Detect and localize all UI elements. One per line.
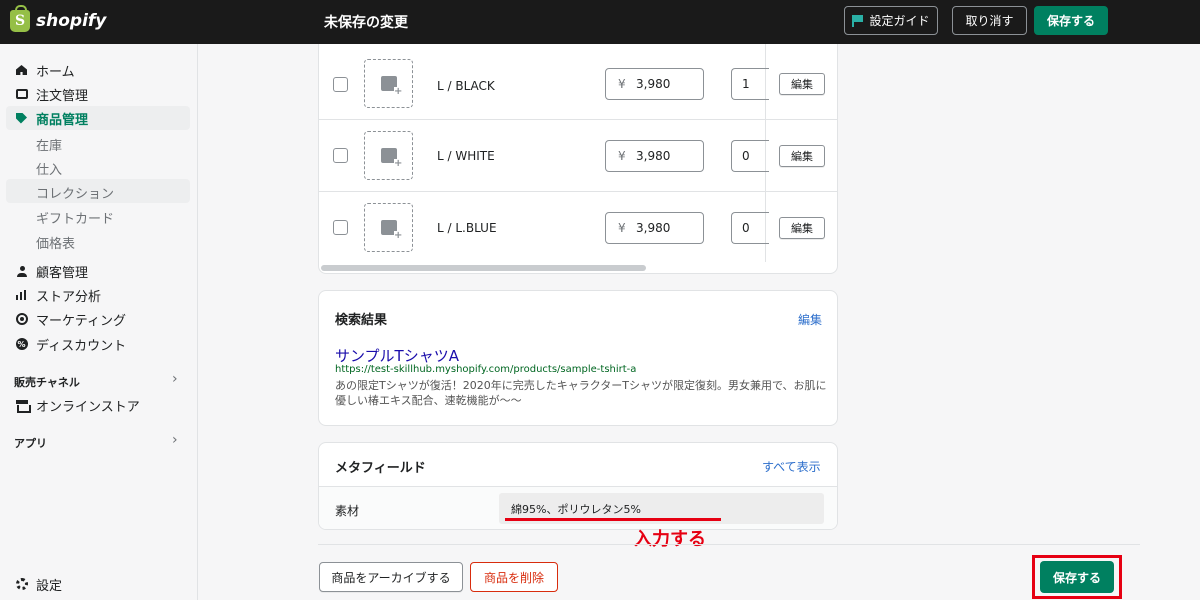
delete-product-button[interactable]: 商品を削除 — [470, 562, 558, 592]
flag-icon — [852, 14, 864, 27]
variant-checkbox[interactable] — [333, 220, 348, 235]
save-button-top[interactable]: 保存する — [1034, 6, 1108, 35]
variant-price-input[interactable]: ¥ 3,980 — [605, 212, 704, 244]
target-icon — [15, 313, 28, 326]
variant-edit-button[interactable]: 編集 — [779, 217, 825, 239]
seo-title: サンプルTシャツA — [335, 347, 459, 365]
home-icon — [15, 64, 28, 77]
metafields-heading: メタフィールド — [335, 461, 426, 476]
show-all-link[interactable]: すべて表示 — [762, 458, 821, 475]
top-bar: S shopify 未保存の変更 設定ガイド 取り消す 保存する — [0, 0, 1200, 44]
variant-name: L / WHITE — [437, 149, 495, 163]
seo-url: https://test-skillhub.myshopify.com/prod… — [335, 364, 637, 375]
sidebar-item-home[interactable]: ホーム — [0, 58, 198, 82]
variant-price-input[interactable]: ¥ 3,980 — [605, 68, 704, 100]
variant-checkbox[interactable] — [333, 148, 348, 163]
variant-edit-button[interactable]: 編集 — [779, 145, 825, 167]
bar-chart-icon — [15, 289, 28, 302]
variant-image-placeholder[interactable] — [364, 203, 413, 252]
sidebar-item-discounts[interactable]: % ディスカウント — [0, 332, 198, 356]
sidebar-item-marketing[interactable]: マーケティング — [0, 307, 198, 331]
save-button[interactable]: 保存する — [1040, 561, 1114, 593]
variant-name: L / L.BLUE — [437, 221, 497, 235]
sidebar-subitem-inventory[interactable]: 在庫 — [36, 135, 62, 154]
variant-name: L / BLACK — [437, 79, 495, 93]
variants-card: L / BLACK ¥ 3,980 1 編集 L / WHITE ¥ 3,980… — [318, 44, 838, 274]
discard-button[interactable]: 取り消す — [952, 6, 1027, 35]
unsaved-changes-label: 未保存の変更 — [324, 15, 408, 31]
sidebar-item-label: 商品管理 — [36, 112, 89, 128]
sales-channels-heading: 販売チャネル — [14, 376, 80, 389]
add-image-icon — [381, 76, 402, 97]
add-image-icon — [381, 148, 402, 169]
search-preview-card: 検索結果 編集 サンプルTシャツA https://test-skillhub.… — [318, 290, 838, 426]
price-value: 3,980 — [636, 221, 671, 235]
setup-guide-label: 設定ガイド — [869, 14, 930, 28]
sidebar-subitem-collections[interactable]: コレクション — [36, 183, 114, 202]
variant-row: L / BLACK ¥ 3,980 1 編集 — [319, 48, 837, 120]
shopify-logo[interactable]: S shopify — [10, 5, 107, 32]
variant-price-input[interactable]: ¥ 3,980 — [605, 140, 704, 172]
seo-edit-link[interactable]: 編集 — [798, 311, 822, 328]
variant-image-placeholder[interactable] — [364, 59, 413, 108]
sidebar-item-label: ディスカウント — [36, 338, 127, 354]
apps-heading: アプリ — [14, 437, 47, 450]
sidebar-item-label: オンラインストア — [36, 399, 140, 415]
sidebar: ホーム 注文管理 商品管理 在庫 仕入 コレクション ギフトカード 価格表 顧客… — [0, 44, 198, 600]
sidebar-item-label: 設定 — [36, 578, 63, 594]
variant-image-placeholder[interactable] — [364, 131, 413, 180]
add-image-icon — [381, 220, 402, 241]
tag-icon — [15, 112, 28, 125]
sidebar-item-products[interactable]: 商品管理 — [6, 106, 190, 130]
discount-icon: % — [15, 338, 28, 350]
chevron-right-icon[interactable]: › — [172, 371, 178, 387]
sidebar-item-label: マーケティング — [36, 313, 126, 329]
metafield-label: 素材 — [335, 504, 360, 518]
variant-edit-button[interactable]: 編集 — [779, 73, 825, 95]
archive-product-button[interactable]: 商品をアーカイブする — [319, 562, 463, 592]
logo-text: shopify — [36, 11, 107, 31]
sidebar-item-label: 顧客管理 — [36, 265, 89, 281]
price-value: 3,980 — [636, 149, 671, 163]
currency-symbol: ¥ — [618, 221, 626, 235]
metafields-card: メタフィールド すべて表示 素材 綿95%、ポリウレタン5% — [318, 442, 838, 530]
seo-description: あの限定Tシャツが復活！2020年に完売したキャラクターTシャツが限定復刻。男女… — [335, 379, 827, 407]
currency-symbol: ¥ — [618, 149, 626, 163]
sidebar-subitem-purchase[interactable]: 仕入 — [36, 159, 62, 178]
variant-quantity-input[interactable]: 0 — [731, 212, 769, 244]
chevron-right-icon[interactable]: › — [172, 432, 178, 448]
annotation-text: 入力する — [634, 529, 706, 550]
sidebar-subitem-gift-cards[interactable]: ギフトカード — [36, 208, 114, 227]
sidebar-item-online-store[interactable]: オンラインストア — [0, 393, 198, 417]
variant-quantity-input[interactable]: 1 — [731, 68, 769, 100]
search-preview-heading: 検索結果 — [335, 313, 388, 328]
sidebar-item-orders[interactable]: 注文管理 — [0, 82, 198, 106]
sidebar-item-label: ホーム — [36, 64, 75, 80]
gear-icon — [15, 578, 28, 591]
sidebar-item-label: ストア分析 — [36, 289, 102, 305]
sidebar-item-customers[interactable]: 顧客管理 — [0, 259, 198, 283]
store-icon — [15, 399, 31, 413]
inbox-icon — [15, 88, 28, 101]
sidebar-item-label: 注文管理 — [36, 88, 89, 104]
footer-divider — [318, 544, 1140, 545]
sidebar-item-settings[interactable]: 設定 — [0, 572, 198, 596]
annotation-underline — [505, 518, 721, 521]
metafields-header: メタフィールド すべて表示 — [319, 443, 837, 487]
variant-row: L / L.BLUE ¥ 3,980 0 編集 — [319, 192, 837, 264]
sidebar-subitem-price-lists[interactable]: 価格表 — [36, 233, 75, 252]
price-value: 3,980 — [636, 77, 671, 91]
metafield-row: 素材 綿95%、ポリウレタン5% — [319, 487, 837, 529]
variant-quantity-input[interactable]: 0 — [731, 140, 769, 172]
sidebar-item-analytics[interactable]: ストア分析 — [0, 283, 198, 307]
horizontal-scrollbar[interactable] — [321, 265, 646, 271]
variant-checkbox[interactable] — [333, 77, 348, 92]
variant-row: L / WHITE ¥ 3,980 0 編集 — [319, 120, 837, 192]
user-icon — [15, 265, 28, 278]
currency-symbol: ¥ — [618, 77, 626, 91]
setup-guide-button[interactable]: 設定ガイド — [844, 6, 938, 35]
shopping-bag-icon: S — [10, 5, 30, 32]
